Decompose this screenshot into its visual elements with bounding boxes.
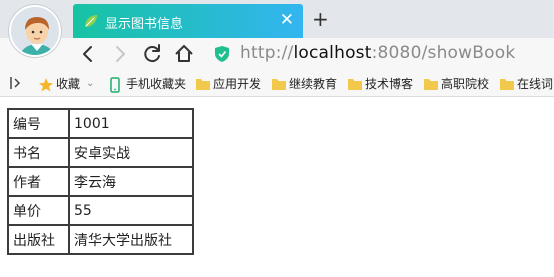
field-value: 清华大学出版社 <box>68 224 194 255</box>
table-row: 出版社 清华大学出版社 <box>7 224 194 255</box>
url-host: localhost <box>293 43 372 63</box>
folder-icon <box>272 79 286 90</box>
chevron-down-icon: ⌄ <box>86 78 95 89</box>
bookmarks-bar: 收藏 ⌄ 手机收藏夹 应用开发 继续教育 技术博客 高职院校 在线词 <box>0 70 554 97</box>
reload-icon[interactable] <box>140 42 164 66</box>
mobile-favorites-label: 手机收藏夹 <box>126 77 187 91</box>
new-tab-button[interactable]: + <box>312 8 329 30</box>
home-icon[interactable] <box>172 42 196 66</box>
forward-arrow-icon[interactable] <box>108 42 132 66</box>
book-info-table: 编号 1001 书名 安卓实战 作者 李云海 单价 55 出版社 清华大学出版社 <box>7 108 194 255</box>
tab-active[interactable]: 显示图书信息 ✕ <box>73 4 303 38</box>
star-icon <box>39 78 53 92</box>
sidebar-toggle-icon[interactable] <box>9 75 23 91</box>
folder-icon <box>424 79 438 90</box>
phone-icon <box>110 77 120 93</box>
field-value: 李云海 <box>68 166 194 197</box>
user-avatar[interactable] <box>9 5 61 57</box>
tab-title: 显示图书信息 <box>105 17 184 32</box>
table-row: 作者 李云海 <box>7 166 194 197</box>
folder-icon <box>500 79 514 90</box>
field-label: 出版社 <box>7 224 70 255</box>
field-label: 作者 <box>7 166 70 197</box>
back-arrow-icon[interactable] <box>76 42 100 66</box>
folder-label: 在线词 <box>517 77 554 91</box>
field-value: 1001 <box>68 108 194 139</box>
folder-icon <box>348 79 362 90</box>
folder-label: 继续教育 <box>289 77 338 91</box>
favorites-label: 收藏 <box>56 77 81 91</box>
field-label: 单价 <box>7 195 70 226</box>
table-row: 单价 55 <box>7 195 194 226</box>
navigation-toolbar: http://localhost:8080/showBook <box>0 38 554 70</box>
address-bar[interactable]: http://localhost:8080/showBook <box>240 43 515 63</box>
field-value: 55 <box>68 195 194 226</box>
folder-label: 技术博客 <box>365 77 414 91</box>
leaf-icon <box>85 15 97 27</box>
close-tab-icon[interactable]: ✕ <box>280 11 294 29</box>
secure-shield-icon[interactable] <box>214 45 230 63</box>
field-label: 书名 <box>7 137 70 168</box>
folder-icon <box>196 79 210 90</box>
table-row: 编号 1001 <box>7 108 194 139</box>
url-path: :8080/showBook <box>371 43 516 63</box>
field-value: 安卓实战 <box>68 137 194 168</box>
folder-label: 高职院校 <box>441 77 490 91</box>
url-scheme: http:// <box>240 43 294 63</box>
field-label: 编号 <box>7 108 70 139</box>
table-row: 书名 安卓实战 <box>7 137 194 168</box>
folder-label: 应用开发 <box>213 77 262 91</box>
